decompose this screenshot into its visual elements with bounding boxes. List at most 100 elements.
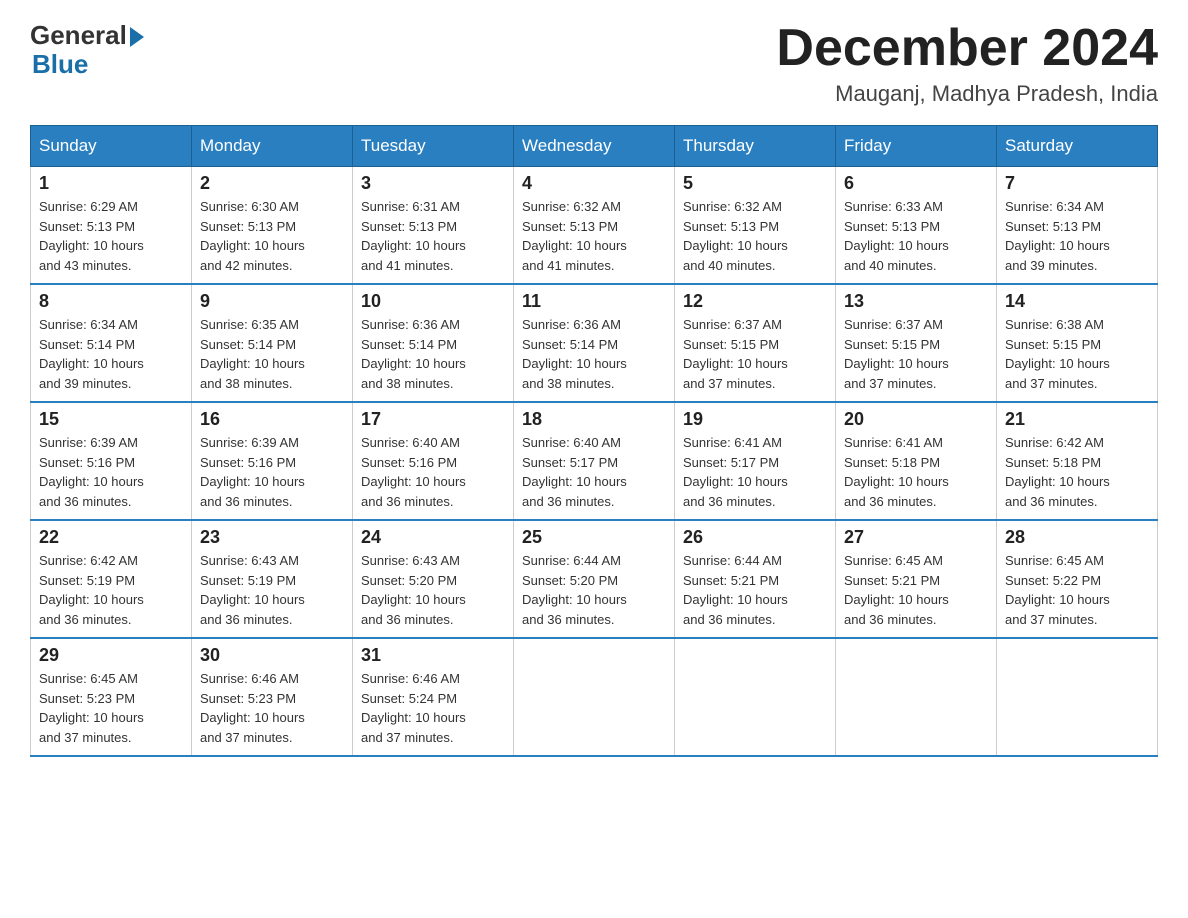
calendar-day-cell: [836, 638, 997, 756]
day-info: Sunrise: 6:46 AM Sunset: 5:24 PM Dayligh…: [361, 669, 505, 747]
day-number: 27: [844, 527, 988, 548]
calendar-day-cell: 13 Sunrise: 6:37 AM Sunset: 5:15 PM Dayl…: [836, 284, 997, 402]
day-info: Sunrise: 6:42 AM Sunset: 5:18 PM Dayligh…: [1005, 433, 1149, 511]
day-number: 2: [200, 173, 344, 194]
day-number: 24: [361, 527, 505, 548]
day-info: Sunrise: 6:39 AM Sunset: 5:16 PM Dayligh…: [39, 433, 183, 511]
calendar-day-cell: 28 Sunrise: 6:45 AM Sunset: 5:22 PM Dayl…: [997, 520, 1158, 638]
calendar-day-cell: 5 Sunrise: 6:32 AM Sunset: 5:13 PM Dayli…: [675, 167, 836, 285]
calendar-day-cell: 31 Sunrise: 6:46 AM Sunset: 5:24 PM Dayl…: [353, 638, 514, 756]
day-info: Sunrise: 6:32 AM Sunset: 5:13 PM Dayligh…: [683, 197, 827, 275]
calendar-day-cell: 23 Sunrise: 6:43 AM Sunset: 5:19 PM Dayl…: [192, 520, 353, 638]
day-number: 10: [361, 291, 505, 312]
day-info: Sunrise: 6:45 AM Sunset: 5:21 PM Dayligh…: [844, 551, 988, 629]
day-number: 16: [200, 409, 344, 430]
weekday-header-sunday: Sunday: [31, 126, 192, 167]
day-number: 19: [683, 409, 827, 430]
day-info: Sunrise: 6:37 AM Sunset: 5:15 PM Dayligh…: [844, 315, 988, 393]
day-info: Sunrise: 6:41 AM Sunset: 5:17 PM Dayligh…: [683, 433, 827, 511]
calendar-day-cell: 19 Sunrise: 6:41 AM Sunset: 5:17 PM Dayl…: [675, 402, 836, 520]
day-number: 25: [522, 527, 666, 548]
day-info: Sunrise: 6:38 AM Sunset: 5:15 PM Dayligh…: [1005, 315, 1149, 393]
day-number: 22: [39, 527, 183, 548]
calendar-week-row: 22 Sunrise: 6:42 AM Sunset: 5:19 PM Dayl…: [31, 520, 1158, 638]
day-number: 4: [522, 173, 666, 194]
calendar-day-cell: 11 Sunrise: 6:36 AM Sunset: 5:14 PM Dayl…: [514, 284, 675, 402]
calendar-day-cell: 16 Sunrise: 6:39 AM Sunset: 5:16 PM Dayl…: [192, 402, 353, 520]
day-number: 1: [39, 173, 183, 194]
day-number: 18: [522, 409, 666, 430]
day-info: Sunrise: 6:40 AM Sunset: 5:17 PM Dayligh…: [522, 433, 666, 511]
day-info: Sunrise: 6:35 AM Sunset: 5:14 PM Dayligh…: [200, 315, 344, 393]
day-info: Sunrise: 6:44 AM Sunset: 5:20 PM Dayligh…: [522, 551, 666, 629]
weekday-header-thursday: Thursday: [675, 126, 836, 167]
calendar-week-row: 1 Sunrise: 6:29 AM Sunset: 5:13 PM Dayli…: [31, 167, 1158, 285]
day-info: Sunrise: 6:31 AM Sunset: 5:13 PM Dayligh…: [361, 197, 505, 275]
day-number: 21: [1005, 409, 1149, 430]
day-info: Sunrise: 6:40 AM Sunset: 5:16 PM Dayligh…: [361, 433, 505, 511]
day-number: 3: [361, 173, 505, 194]
month-title: December 2024: [776, 20, 1158, 77]
day-info: Sunrise: 6:36 AM Sunset: 5:14 PM Dayligh…: [361, 315, 505, 393]
day-info: Sunrise: 6:44 AM Sunset: 5:21 PM Dayligh…: [683, 551, 827, 629]
calendar-week-row: 29 Sunrise: 6:45 AM Sunset: 5:23 PM Dayl…: [31, 638, 1158, 756]
calendar-week-row: 8 Sunrise: 6:34 AM Sunset: 5:14 PM Dayli…: [31, 284, 1158, 402]
calendar-day-cell: 20 Sunrise: 6:41 AM Sunset: 5:18 PM Dayl…: [836, 402, 997, 520]
day-info: Sunrise: 6:39 AM Sunset: 5:16 PM Dayligh…: [200, 433, 344, 511]
logo-general-text: General: [30, 20, 127, 51]
day-number: 20: [844, 409, 988, 430]
day-number: 11: [522, 291, 666, 312]
day-number: 15: [39, 409, 183, 430]
weekday-header-monday: Monday: [192, 126, 353, 167]
page-header: General Blue December 2024 Mauganj, Madh…: [30, 20, 1158, 107]
calendar-day-cell: 26 Sunrise: 6:44 AM Sunset: 5:21 PM Dayl…: [675, 520, 836, 638]
day-number: 31: [361, 645, 505, 666]
calendar-day-cell: 12 Sunrise: 6:37 AM Sunset: 5:15 PM Dayl…: [675, 284, 836, 402]
calendar-day-cell: 30 Sunrise: 6:46 AM Sunset: 5:23 PM Dayl…: [192, 638, 353, 756]
calendar-day-cell: 25 Sunrise: 6:44 AM Sunset: 5:20 PM Dayl…: [514, 520, 675, 638]
calendar-day-cell: [514, 638, 675, 756]
calendar-week-row: 15 Sunrise: 6:39 AM Sunset: 5:16 PM Dayl…: [31, 402, 1158, 520]
calendar-day-cell: 8 Sunrise: 6:34 AM Sunset: 5:14 PM Dayli…: [31, 284, 192, 402]
calendar-day-cell: 15 Sunrise: 6:39 AM Sunset: 5:16 PM Dayl…: [31, 402, 192, 520]
day-number: 14: [1005, 291, 1149, 312]
day-info: Sunrise: 6:36 AM Sunset: 5:14 PM Dayligh…: [522, 315, 666, 393]
logo-triangle-icon: [130, 27, 144, 47]
weekday-header-friday: Friday: [836, 126, 997, 167]
day-info: Sunrise: 6:42 AM Sunset: 5:19 PM Dayligh…: [39, 551, 183, 629]
calendar-day-cell: 21 Sunrise: 6:42 AM Sunset: 5:18 PM Dayl…: [997, 402, 1158, 520]
weekday-header-saturday: Saturday: [997, 126, 1158, 167]
day-info: Sunrise: 6:32 AM Sunset: 5:13 PM Dayligh…: [522, 197, 666, 275]
day-info: Sunrise: 6:34 AM Sunset: 5:13 PM Dayligh…: [1005, 197, 1149, 275]
day-number: 5: [683, 173, 827, 194]
calendar-table: SundayMondayTuesdayWednesdayThursdayFrid…: [30, 125, 1158, 757]
logo-blue-text: Blue: [32, 49, 88, 80]
location-label: Mauganj, Madhya Pradesh, India: [776, 81, 1158, 107]
calendar-day-cell: 6 Sunrise: 6:33 AM Sunset: 5:13 PM Dayli…: [836, 167, 997, 285]
day-info: Sunrise: 6:45 AM Sunset: 5:22 PM Dayligh…: [1005, 551, 1149, 629]
calendar-day-cell: 1 Sunrise: 6:29 AM Sunset: 5:13 PM Dayli…: [31, 167, 192, 285]
day-info: Sunrise: 6:30 AM Sunset: 5:13 PM Dayligh…: [200, 197, 344, 275]
day-number: 12: [683, 291, 827, 312]
day-info: Sunrise: 6:33 AM Sunset: 5:13 PM Dayligh…: [844, 197, 988, 275]
day-info: Sunrise: 6:37 AM Sunset: 5:15 PM Dayligh…: [683, 315, 827, 393]
day-number: 23: [200, 527, 344, 548]
weekday-header-row: SundayMondayTuesdayWednesdayThursdayFrid…: [31, 126, 1158, 167]
day-number: 9: [200, 291, 344, 312]
calendar-day-cell: 9 Sunrise: 6:35 AM Sunset: 5:14 PM Dayli…: [192, 284, 353, 402]
calendar-day-cell: 24 Sunrise: 6:43 AM Sunset: 5:20 PM Dayl…: [353, 520, 514, 638]
weekday-header-wednesday: Wednesday: [514, 126, 675, 167]
day-info: Sunrise: 6:41 AM Sunset: 5:18 PM Dayligh…: [844, 433, 988, 511]
calendar-day-cell: 17 Sunrise: 6:40 AM Sunset: 5:16 PM Dayl…: [353, 402, 514, 520]
day-info: Sunrise: 6:46 AM Sunset: 5:23 PM Dayligh…: [200, 669, 344, 747]
day-info: Sunrise: 6:43 AM Sunset: 5:19 PM Dayligh…: [200, 551, 344, 629]
day-number: 6: [844, 173, 988, 194]
day-number: 26: [683, 527, 827, 548]
day-number: 30: [200, 645, 344, 666]
day-info: Sunrise: 6:45 AM Sunset: 5:23 PM Dayligh…: [39, 669, 183, 747]
day-number: 8: [39, 291, 183, 312]
day-info: Sunrise: 6:29 AM Sunset: 5:13 PM Dayligh…: [39, 197, 183, 275]
title-area: December 2024 Mauganj, Madhya Pradesh, I…: [776, 20, 1158, 107]
logo: General Blue: [30, 20, 144, 80]
day-info: Sunrise: 6:43 AM Sunset: 5:20 PM Dayligh…: [361, 551, 505, 629]
